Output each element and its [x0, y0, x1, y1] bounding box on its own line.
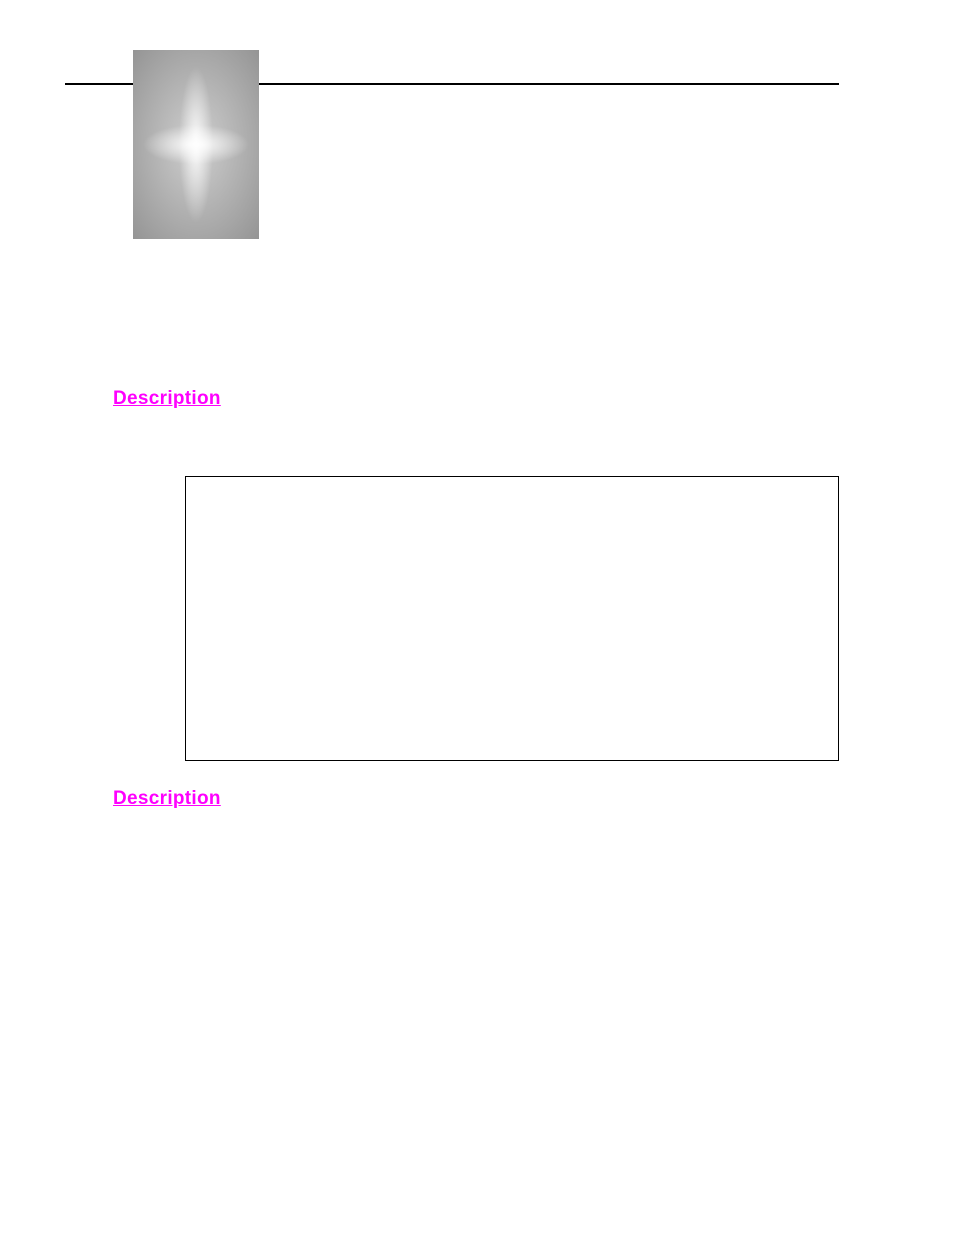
- section-heading-2: Description: [113, 788, 221, 810]
- section-heading-1: Description: [113, 388, 221, 410]
- decorative-gradient-image: [133, 50, 259, 239]
- page: Description Description: [0, 0, 954, 1235]
- content-box-placeholder: [185, 476, 839, 761]
